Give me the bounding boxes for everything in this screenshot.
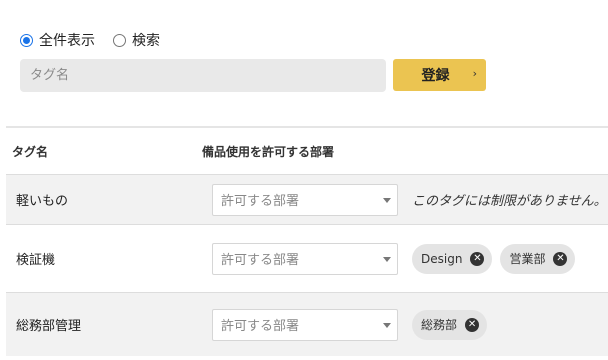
close-circle-icon[interactable]: ✕	[465, 317, 480, 332]
department-chip: Design ✕	[412, 243, 493, 274]
table-header-row: タグ名 備品使用を許可する部署	[6, 126, 608, 174]
radio-search-dot[interactable]	[113, 33, 126, 47]
caret-down-icon	[383, 197, 391, 203]
department-select[interactable]: 許可する部署	[212, 183, 398, 216]
column-header-tag-name: タグ名	[12, 144, 49, 159]
radio-search[interactable]: 検索	[113, 30, 160, 50]
radio-show-all-dot[interactable]	[20, 33, 33, 47]
table-row: 軽いもの 許可する部署 このタグには制限がありません。	[6, 174, 608, 224]
department-chip: 総務部 ✕	[412, 309, 488, 340]
tag-permission-table: タグ名 備品使用を許可する部署 軽いもの 許可する部署 このタグには制限がありま…	[6, 126, 608, 356]
tag-name-input[interactable]	[20, 59, 386, 92]
filter-radio-group: 全件表示 検索	[20, 30, 178, 50]
radio-show-all-label: 全件表示	[39, 33, 95, 49]
column-header-departments: 備品使用を許可する部署	[202, 144, 335, 159]
tag-name-cell: 総務部管理	[16, 319, 82, 334]
close-circle-icon[interactable]: ✕	[553, 251, 568, 266]
tag-name-cell: 軽いもの	[16, 194, 69, 209]
department-chip-label: 総務部	[421, 318, 458, 332]
tag-name-cell: 検証機	[16, 253, 56, 268]
register-button-label: 登録	[421, 68, 450, 84]
no-restriction-note: このタグには制限がありません。	[412, 194, 607, 209]
caret-down-icon	[383, 256, 391, 262]
register-button[interactable]: 登録 ›	[393, 59, 486, 91]
chevron-right-icon: ›	[472, 67, 477, 80]
table-row: 総務部管理 許可する部署 総務部 ✕	[6, 292, 608, 356]
close-circle-icon[interactable]: ✕	[470, 251, 485, 266]
department-chip: 営業部 ✕	[500, 243, 576, 274]
department-select[interactable]: 許可する部署	[212, 308, 398, 341]
table-row: 検証機 許可する部署 Design ✕ 営業部 ✕	[6, 224, 608, 292]
department-select-placeholder: 許可する部署	[221, 319, 300, 334]
department-select-placeholder: 許可する部署	[221, 253, 300, 268]
department-chip-label: Design	[421, 251, 463, 266]
department-select-placeholder: 許可する部署	[221, 194, 300, 209]
department-select[interactable]: 許可する部署	[212, 242, 398, 275]
department-chip-label: 営業部	[509, 252, 546, 266]
radio-show-all[interactable]: 全件表示	[20, 30, 95, 50]
caret-down-icon	[383, 322, 391, 328]
radio-search-label: 検索	[132, 33, 160, 49]
